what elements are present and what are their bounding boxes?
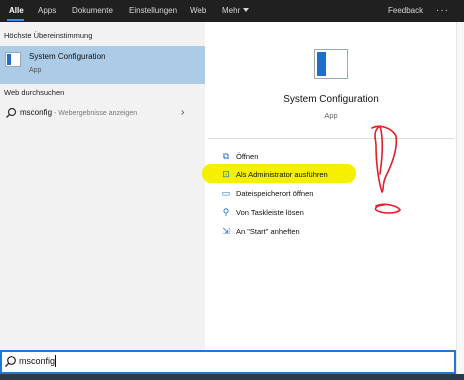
red-exclamation-annotation xyxy=(371,125,401,214)
search-query: msconfig xyxy=(19,356,56,366)
search-icon xyxy=(5,356,16,367)
search-input[interactable] xyxy=(0,350,456,374)
taskbar xyxy=(0,374,464,380)
text-cursor xyxy=(55,355,56,367)
background-window-edge xyxy=(456,22,464,380)
